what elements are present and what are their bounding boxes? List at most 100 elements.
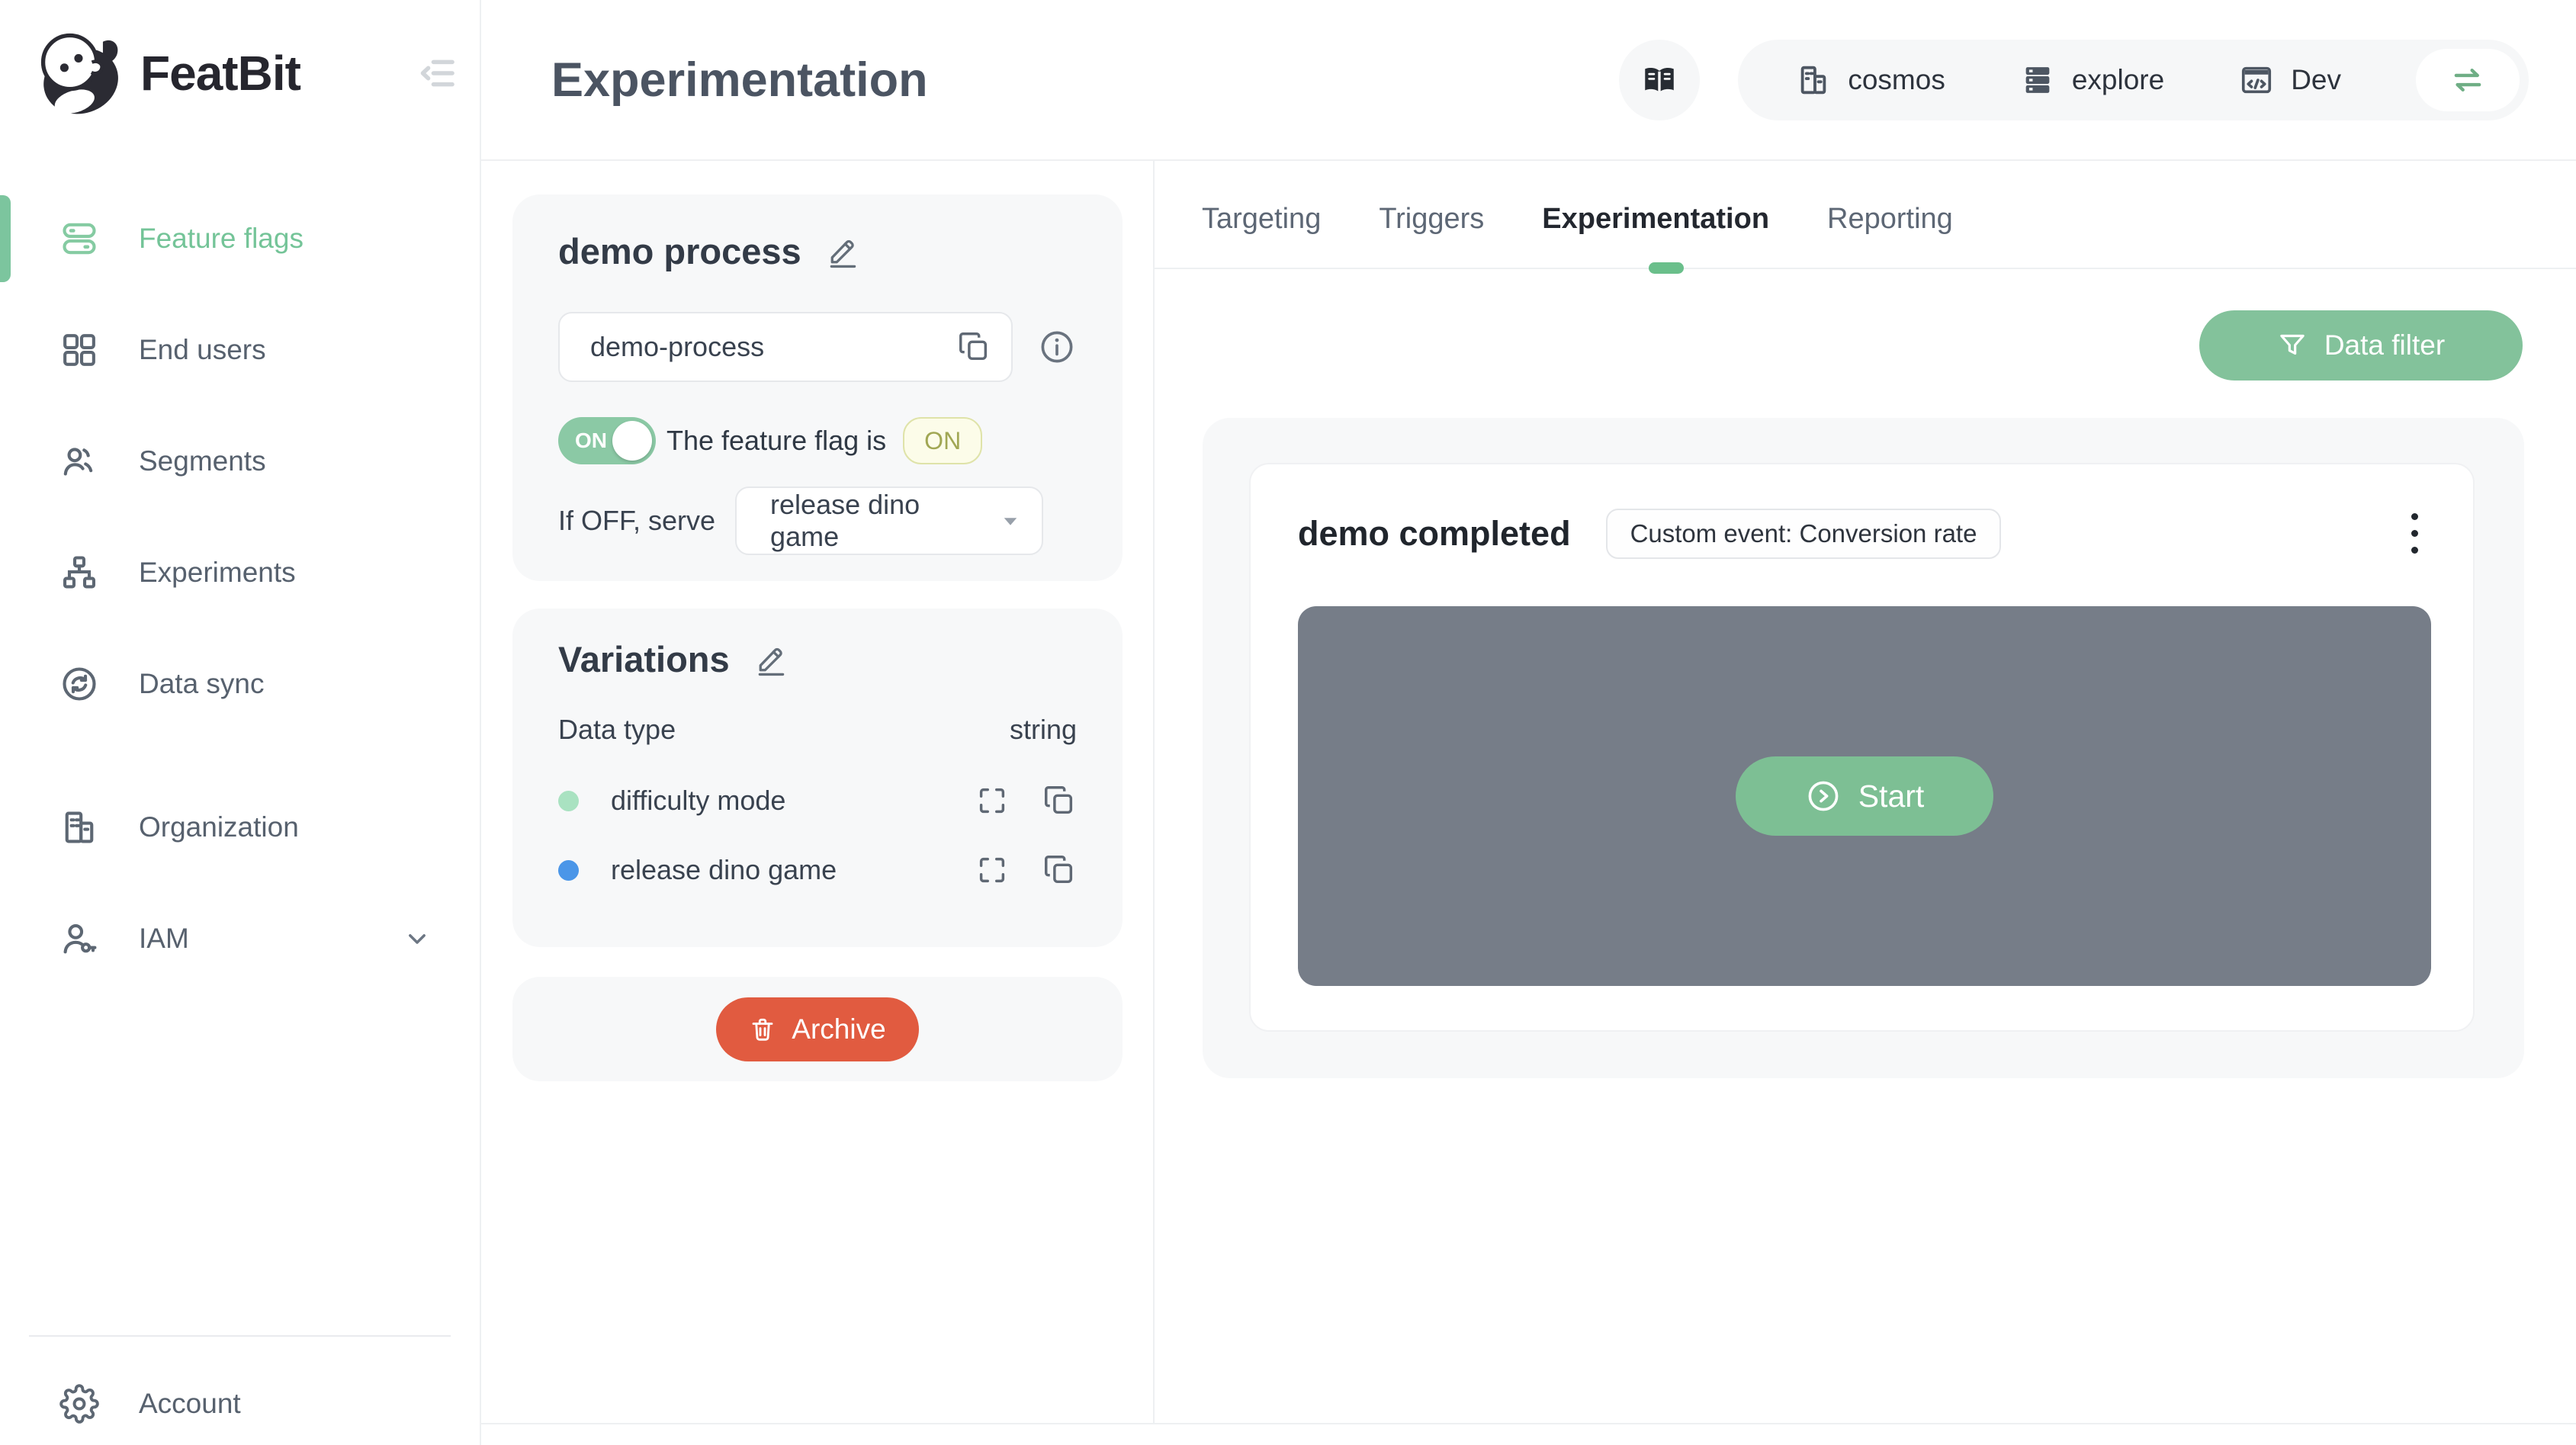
copy-icon[interactable] (956, 329, 991, 364)
sidebar-item-experiments[interactable]: Experiments (0, 517, 480, 628)
active-indicator-bar (0, 195, 11, 282)
flag-tabs: Targeting Triggers Experimentation Repor… (1202, 203, 1953, 236)
edit-variations-icon[interactable] (754, 643, 788, 676)
logo-row: FeatBit (29, 21, 458, 125)
edit-flag-name-icon[interactable] (826, 235, 859, 268)
start-label: Start (1858, 778, 1925, 814)
nav-section-gap (0, 740, 480, 772)
environment-name: Dev (2291, 63, 2341, 95)
archive-button[interactable]: Archive (716, 997, 919, 1061)
expand-icon[interactable] (975, 783, 1010, 818)
trash-icon (749, 1016, 776, 1043)
tab-targeting[interactable]: Targeting (1202, 203, 1321, 236)
variation-row: release dino game (558, 848, 1077, 892)
tab-reporting[interactable]: Reporting (1827, 203, 1953, 236)
copy-icon[interactable] (1042, 783, 1077, 818)
book-icon (1640, 61, 1678, 99)
sidebar-item-label: Feature flags (139, 223, 304, 254)
data-type-value: string (1009, 714, 1077, 745)
archive-card: Archive (512, 977, 1123, 1081)
variations-card: Variations Data type string difficulty m… (512, 609, 1123, 947)
experiment-title: demo completed (1298, 513, 1571, 553)
flag-status-badge: ON (903, 417, 983, 464)
data-filter-label: Data filter (2324, 329, 2446, 361)
collapse-sidebar-icon[interactable] (417, 53, 458, 94)
environment-selector[interactable]: Dev (2239, 63, 2341, 98)
sidebar-item-label: Account (139, 1388, 241, 1419)
building-icon (59, 808, 99, 847)
switch-workspace-button[interactable] (2416, 48, 2520, 111)
project-name: explore (2071, 63, 2165, 95)
grid-icon (59, 330, 99, 370)
experiment-card: demo completed Custom event: Conversion … (1249, 463, 2475, 1032)
active-tab-indicator (1649, 262, 1684, 274)
gear-icon (59, 1384, 99, 1424)
sidebar-item-iam[interactable]: IAM (0, 883, 480, 994)
swap-arrows-icon (2448, 60, 2488, 100)
kebab-menu-icon[interactable] (2401, 507, 2429, 560)
off-variation-value: release dino game (770, 489, 920, 552)
sync-icon (59, 664, 99, 704)
flag-toggle[interactable]: ON (558, 417, 656, 464)
window-code-icon (2239, 63, 2274, 98)
info-icon[interactable] (1037, 327, 1077, 367)
expand-icon[interactable] (975, 853, 1010, 888)
variation-color-dot (558, 790, 579, 811)
off-serve-label: If OFF, serve (558, 505, 716, 536)
experiment-chart-placeholder: Start (1298, 606, 2431, 986)
sidebar-item-feature-flags[interactable]: Feature flags (0, 183, 480, 294)
tab-experimentation[interactable]: Experimentation (1542, 203, 1769, 236)
start-experiment-button[interactable]: Start (1736, 756, 1993, 836)
project-selector[interactable]: explore (2020, 63, 2164, 98)
user-key-icon (59, 919, 99, 959)
header-actions: cosmos explore Dev (1619, 39, 2529, 120)
stack-icon (2020, 63, 2055, 98)
archive-label: Archive (792, 1013, 886, 1045)
toggle-on-label: ON (575, 429, 607, 452)
user-group-icon (59, 442, 99, 481)
docs-button[interactable] (1619, 39, 1701, 120)
sidebar-nav: Feature flags End users Segments Experim… (0, 183, 480, 994)
experiment-card-header: demo completed Custom event: Conversion … (1298, 507, 2429, 560)
sidebar-item-label: Organization (139, 811, 299, 843)
panel-divider (1153, 161, 1155, 1424)
chevron-down-icon (402, 923, 432, 954)
sidebar-item-label: Experiments (139, 557, 296, 588)
sidebar-item-organization[interactable]: Organization (0, 772, 480, 883)
header: Experimentation cosmos explore Dev (481, 0, 2576, 161)
sidebar-item-account[interactable]: Account (0, 1348, 480, 1445)
featbit-app: FeatBit Feature flags End users Segments… (0, 0, 2576, 1445)
sidebar-item-label: End users (139, 334, 266, 365)
featbit-logo-icon (29, 23, 130, 124)
copy-icon[interactable] (1042, 853, 1077, 888)
variation-row: difficulty mode (558, 779, 1077, 823)
toggle-knob (612, 421, 652, 461)
flag-status-text: The feature flag is (666, 425, 887, 456)
org-selector[interactable]: cosmos (1796, 63, 1945, 98)
caret-down-icon (996, 506, 1025, 535)
play-circle-icon (1805, 778, 1842, 814)
sidebar-item-end-users[interactable]: End users (0, 294, 480, 406)
flag-name: demo process (558, 231, 801, 271)
funnel-icon (2277, 330, 2308, 361)
tabs-underline (1155, 262, 2576, 274)
hierarchy-icon (59, 553, 99, 592)
sidebar-item-data-sync[interactable]: Data sync (0, 628, 480, 740)
variations-title: Variations (558, 639, 730, 679)
off-variation-select[interactable]: release dino game (735, 486, 1044, 555)
sidebar: FeatBit Feature flags End users Segments… (0, 0, 481, 1445)
flag-key-input[interactable]: demo-process (558, 312, 1013, 382)
variation-name: release dino game (611, 854, 837, 885)
sidebar-item-segments[interactable]: Segments (0, 406, 480, 517)
variation-color-dot (558, 859, 579, 881)
sidebar-divider (29, 1335, 451, 1337)
data-type-label: Data type (558, 714, 676, 745)
experiment-container: demo completed Custom event: Conversion … (1203, 418, 2524, 1078)
data-filter-button[interactable]: Data filter (2199, 310, 2523, 381)
toggles-icon (59, 219, 99, 258)
tab-triggers[interactable]: Triggers (1379, 203, 1484, 236)
flag-key-value: demo-process (590, 331, 765, 362)
page-title: Experimentation (551, 53, 928, 107)
variation-name: difficulty mode (611, 785, 786, 816)
org-name: cosmos (1848, 63, 1945, 95)
